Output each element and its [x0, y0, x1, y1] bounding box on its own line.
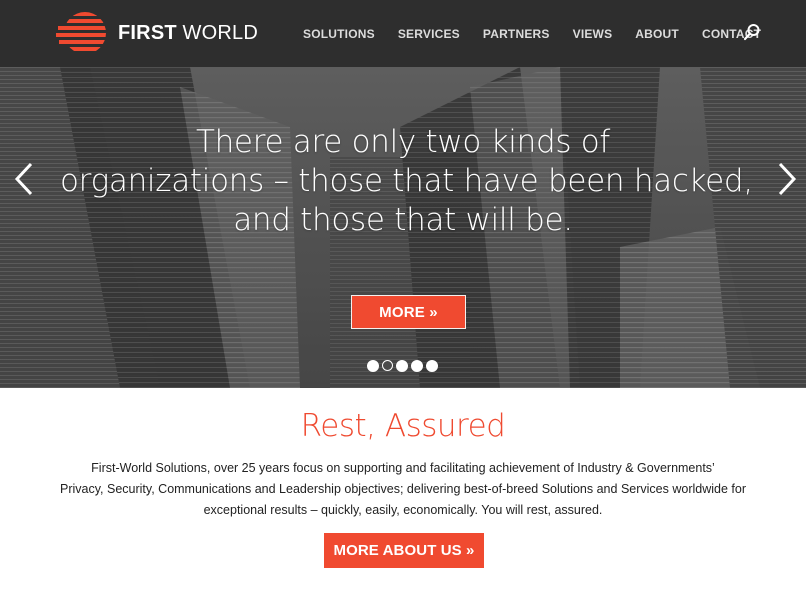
section-title: Rest, Assured — [300, 408, 506, 444]
nav-item-services[interactable]: SERVICES — [387, 27, 471, 41]
search-icon[interactable] — [743, 23, 761, 41]
globe-stripes-icon — [56, 12, 106, 51]
hero-quote: There are only two kinds of organization… — [60, 123, 753, 240]
brand-logo[interactable]: FIRST WORLD — [56, 10, 258, 56]
chevron-left-icon[interactable] — [13, 161, 37, 197]
site-header: FIRST WORLD SOLUTIONS SERVICES PARTNERS … — [0, 0, 806, 67]
main-nav: SOLUTIONS SERVICES PARTNERS VIEWS ABOUT … — [292, 0, 772, 67]
slider-dot[interactable] — [367, 360, 379, 372]
hero-quote-line: and those that will be. — [233, 202, 573, 238]
nav-item-views[interactable]: VIEWS — [562, 27, 624, 41]
hero-slider: There are only two kinds of organization… — [0, 67, 806, 388]
description-line: First-World Solutions, over 25 years foc… — [91, 461, 715, 475]
slider-dot[interactable] — [426, 360, 438, 372]
slider-dot[interactable] — [411, 360, 423, 372]
chevron-right-icon[interactable] — [774, 161, 798, 197]
hero-quote-line: organizations – those that have been hac… — [60, 163, 753, 199]
description-line: Privacy, Security, Communications and Le… — [60, 482, 746, 496]
hero-quote-line: There are only two kinds of — [195, 124, 611, 160]
more-about-us-button[interactable]: MORE ABOUT US » — [324, 533, 484, 568]
brand-name: FIRST WORLD — [118, 22, 258, 45]
description-line: exceptional results – quickly, easily, e… — [203, 503, 603, 517]
section-description: First-World Solutions, over 25 years foc… — [40, 458, 766, 521]
slider-dot-active[interactable] — [382, 360, 393, 371]
slider-pagination — [367, 360, 438, 372]
hero-more-button[interactable]: MORE » — [351, 295, 466, 329]
nav-item-about[interactable]: ABOUT — [624, 27, 690, 41]
brand-name-light: WORLD — [182, 21, 258, 44]
nav-item-partners[interactable]: PARTNERS — [472, 27, 561, 41]
nav-item-solutions[interactable]: SOLUTIONS — [292, 27, 386, 41]
slider-dot[interactable] — [396, 360, 408, 372]
brand-name-bold: FIRST — [118, 21, 177, 44]
